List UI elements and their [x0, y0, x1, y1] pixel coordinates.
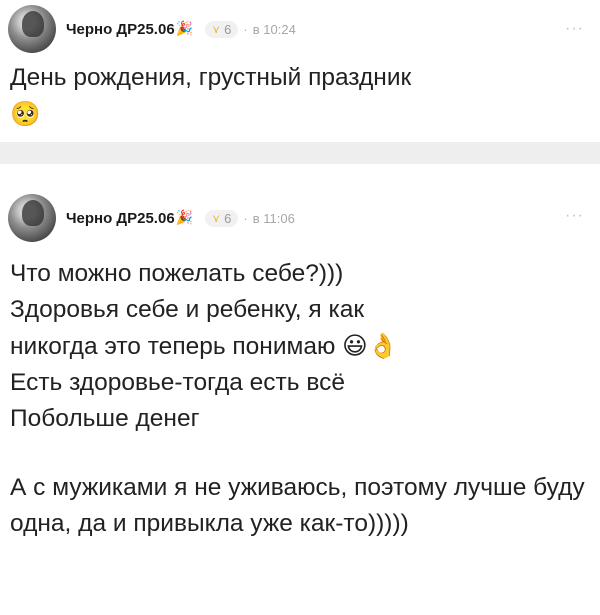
- author-row: Черно ДР25.06 🎉 ⋎ 6 · в 10:24: [66, 20, 296, 38]
- post-header: Черно ДР25.06 🎉 ⋎ 6 · в 10:24: [8, 5, 296, 53]
- post-text-line-content: никогда это теперь понимаю: [10, 333, 336, 360]
- smile-ok-hand-icon: 😃👌: [342, 331, 399, 360]
- post-text: Что можно пожелать себе?))) Здоровья себ…: [10, 256, 586, 542]
- more-options-icon[interactable]: ···: [565, 207, 584, 225]
- post-1: Черно ДР25.06 🎉 ⋎ 6 · в 10:24 ··· День р…: [0, 0, 600, 142]
- status-badge[interactable]: ⋎ 6: [205, 20, 239, 38]
- post-text-line: Есть здоровье-тогда есть всё: [10, 369, 345, 396]
- pleading-face-icon: 🥺: [10, 99, 41, 128]
- avatar[interactable]: [8, 5, 56, 53]
- author-name[interactable]: Черно ДР25.06: [66, 21, 175, 38]
- wings-icon: ⋎: [212, 212, 221, 225]
- badge-count: 6: [224, 210, 232, 226]
- party-popper-icon: 🎉: [175, 210, 194, 226]
- badge-count: 6: [224, 21, 232, 37]
- post-text-line: Что можно пожелать себе?))): [10, 260, 344, 287]
- post-time: в 10:24: [252, 21, 296, 37]
- wings-icon: ⋎: [212, 23, 221, 36]
- post-paragraph: А с мужиками я не уживаюсь, поэтому лучш…: [10, 474, 585, 537]
- post-text-line: Побольше денег: [10, 405, 200, 432]
- separator-dot: ·: [243, 21, 248, 37]
- post-text-line: никогда это теперь понимаю 😃👌: [10, 328, 586, 365]
- party-popper-icon: 🎉: [175, 21, 194, 37]
- author-row: Черно ДР25.06 🎉 ⋎ 6 · в 11:06: [66, 209, 295, 227]
- avatar[interactable]: [8, 194, 56, 242]
- post-separator: [0, 142, 600, 164]
- post-text-line: Здоровья себе и ребенку, я как: [10, 296, 365, 323]
- post-text-line: День рождения, грустный праздник: [10, 64, 412, 91]
- post-time: в 11:06: [252, 210, 295, 226]
- post-2: Черно ДР25.06 🎉 ⋎ 6 · в 11:06 ··· Что мо…: [0, 164, 600, 615]
- more-options-icon[interactable]: ···: [565, 20, 584, 38]
- post-header: Черно ДР25.06 🎉 ⋎ 6 · в 11:06: [8, 194, 295, 242]
- author-name[interactable]: Черно ДР25.06: [66, 210, 175, 227]
- post-text: День рождения, грустный праздник 🥺: [10, 60, 586, 132]
- status-badge[interactable]: ⋎ 6: [205, 209, 239, 227]
- separator-dot: ·: [243, 210, 248, 226]
